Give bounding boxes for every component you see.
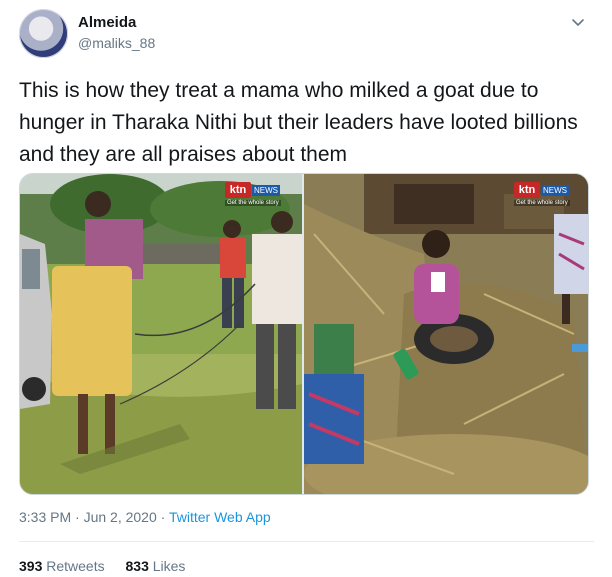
timestamp[interactable]: 3:33 PM · Jun 2, 2020	[19, 509, 157, 525]
photo-left[interactable]: ktn NEWS Get the whole story	[20, 174, 302, 494]
logo-subtitle: Get the whole story	[514, 200, 570, 206]
logo-news-text: NEWS	[252, 185, 280, 196]
meta-separator: ·	[156, 509, 169, 525]
logo-ktn-text: ktn	[225, 182, 251, 198]
likes-count: 833	[125, 558, 149, 574]
retweets-stat[interactable]: 393 Retweets	[19, 558, 105, 574]
tweet-card: Almeida @maliks_88 This is how they trea…	[0, 0, 612, 577]
photo-right[interactable]: ktn NEWS Get the whole story	[304, 174, 588, 494]
retweets-label: Retweets	[46, 558, 105, 574]
likes-stat[interactable]: 833 Likes	[126, 558, 186, 574]
tweet-stats: 393 Retweets 833 Likes	[19, 558, 202, 574]
display-name[interactable]: Almeida	[78, 14, 136, 31]
logo-subtitle: Get the whole story	[225, 200, 281, 206]
logo-ktn-text: ktn	[514, 182, 540, 198]
ktn-news-logo: ktn NEWS Get the whole story	[225, 182, 281, 212]
divider	[19, 541, 594, 542]
avatar[interactable]	[19, 9, 68, 58]
user-handle[interactable]: @maliks_88	[78, 35, 155, 51]
tweet-text: This is how they treat a mama who milked…	[19, 79, 578, 166]
ktn-news-logo: ktn NEWS Get the whole story	[514, 182, 570, 212]
likes-label: Likes	[152, 558, 186, 574]
retweets-count: 393	[19, 558, 43, 574]
chevron-down-icon[interactable]	[571, 15, 585, 29]
source-link[interactable]: Twitter Web App	[169, 509, 271, 525]
logo-news-text: NEWS	[541, 185, 569, 196]
media-grid: ktn NEWS Get the whole story ktn NEWS Ge…	[19, 173, 589, 495]
tweet-meta: 3:33 PM · Jun 2, 2020 · Twitter Web App	[19, 509, 271, 525]
